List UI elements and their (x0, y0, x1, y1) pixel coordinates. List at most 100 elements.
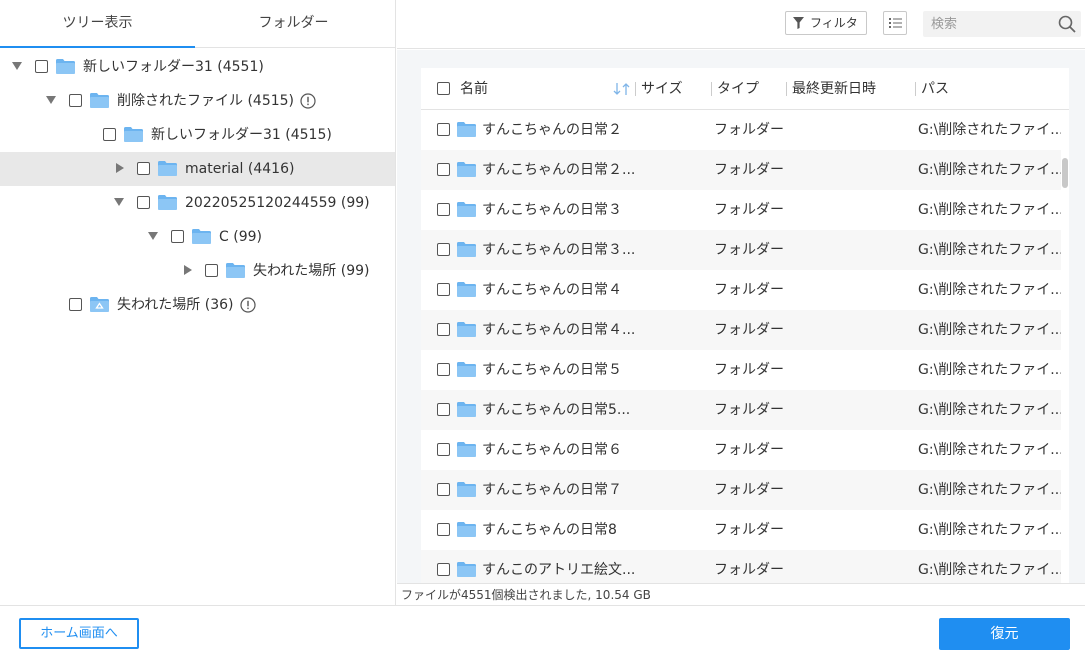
file-path: G:\削除されたファイ... (918, 522, 1061, 538)
file-type: フォルダー (714, 202, 784, 218)
restore-button[interactable]: 復元 (939, 618, 1070, 650)
file-type: フォルダー (714, 122, 784, 138)
folder-icon (457, 282, 476, 297)
row-checkbox[interactable] (437, 403, 450, 416)
file-name: すんこのアトリエ絵文... (482, 562, 636, 578)
folder-icon (226, 263, 245, 278)
table-row[interactable]: すんこちゃんの日常７ フォルダー G:\削除されたファイ... (421, 470, 1061, 510)
table-row[interactable]: すんこちゃんの日常３ フォルダー G:\削除されたファイ... (421, 190, 1061, 230)
tree-node-checkbox[interactable] (171, 230, 184, 243)
row-checkbox[interactable] (437, 163, 450, 176)
column-separator[interactable] (711, 82, 712, 96)
vertical-scrollbar[interactable] (1061, 110, 1069, 583)
tab-folder-view[interactable]: フォルダー (196, 0, 391, 48)
file-table: 名前 サイズ タイプ 最終更新日時 パス すんこちゃんの日常２ フォルダー G:\削… (421, 68, 1069, 583)
row-checkbox[interactable] (437, 123, 450, 136)
collapse-arrow-icon[interactable] (114, 198, 124, 206)
row-checkbox[interactable] (437, 323, 450, 336)
tree-node-checkbox[interactable] (137, 162, 150, 175)
column-name[interactable]: 名前 (460, 68, 488, 110)
filter-button[interactable]: フィルタ (785, 11, 867, 35)
table-row[interactable]: すんこのアトリエ絵文... フォルダー G:\削除されたファイ... (421, 550, 1061, 583)
file-path: G:\削除されたファイ... (918, 282, 1061, 298)
sort-icon[interactable] (613, 82, 631, 96)
file-path: G:\削除されたファイ... (918, 562, 1061, 578)
tab-tree-view[interactable]: ツリー表示 (0, 0, 195, 48)
table-row[interactable]: すんこちゃんの日常４ フォルダー G:\削除されたファイ... (421, 270, 1061, 310)
tree-node[interactable]: material (4416) (0, 152, 395, 186)
tree-node-checkbox[interactable] (69, 298, 82, 311)
row-checkbox[interactable] (437, 283, 450, 296)
folder-icon (56, 59, 75, 74)
column-separator[interactable] (786, 82, 787, 96)
tree-node-checkbox[interactable] (205, 264, 218, 277)
tree-node-checkbox[interactable] (35, 60, 48, 73)
tree-node[interactable]: 20220525120244559 (99) (0, 186, 395, 220)
info-icon[interactable] (240, 297, 256, 313)
tree-node-checkbox[interactable] (69, 94, 82, 107)
row-checkbox[interactable] (437, 443, 450, 456)
row-checkbox[interactable] (437, 243, 450, 256)
tree-node[interactable]: 削除されたファイル (4515) (0, 84, 395, 118)
file-type: フォルダー (714, 402, 784, 418)
tree-node-label: 失われた場所 (36) (117, 297, 234, 313)
table-row[interactable]: すんこちゃんの日常４... フォルダー G:\削除されたファイ... (421, 310, 1061, 350)
tree-node-checkbox[interactable] (103, 128, 116, 141)
expand-arrow-icon[interactable] (184, 265, 192, 275)
column-modified[interactable]: 最終更新日時 (792, 68, 876, 110)
row-checkbox[interactable] (437, 563, 450, 576)
folder-icon (90, 93, 109, 108)
collapse-arrow-icon[interactable] (12, 62, 22, 70)
tree-node-label: 新しいフォルダー31 (4551) (83, 59, 264, 75)
row-checkbox[interactable] (437, 203, 450, 216)
file-type: フォルダー (714, 362, 784, 378)
file-name: すんこちゃんの日常４ (482, 282, 622, 298)
file-type: フォルダー (714, 562, 784, 578)
search-input[interactable] (923, 11, 1053, 37)
table-row[interactable]: すんこちゃんの日常8 フォルダー G:\削除されたファイ... (421, 510, 1061, 550)
row-checkbox[interactable] (437, 363, 450, 376)
search-icon[interactable] (1058, 15, 1076, 33)
info-icon[interactable] (300, 93, 316, 109)
folder-icon (192, 229, 211, 244)
collapse-arrow-icon[interactable] (148, 232, 158, 240)
expand-arrow-icon[interactable] (116, 163, 124, 173)
file-path: G:\削除されたファイ... (918, 362, 1061, 378)
table-row[interactable]: すんこちゃんの日常5... フォルダー G:\削除されたファイ... (421, 390, 1061, 430)
file-type: フォルダー (714, 322, 784, 338)
folder-icon (457, 482, 476, 497)
table-row[interactable]: すんこちゃんの日常２... フォルダー G:\削除されたファイ... (421, 150, 1061, 190)
column-separator[interactable] (915, 82, 916, 96)
list-icon (889, 18, 902, 28)
folder-icon (457, 402, 476, 417)
tree-node[interactable]: C (99) (0, 220, 395, 254)
column-size[interactable]: サイズ (641, 68, 683, 110)
table-row[interactable]: すんこちゃんの日常５ フォルダー G:\削除されたファイ... (421, 350, 1061, 390)
column-separator[interactable] (635, 82, 636, 96)
file-path: G:\削除されたファイ... (918, 242, 1061, 258)
folder-icon (457, 242, 476, 257)
tree-node[interactable]: 失われた場所 (99) (0, 254, 395, 288)
file-type: フォルダー (714, 522, 784, 538)
table-row[interactable]: すんこちゃんの日常３... フォルダー G:\削除されたファイ... (421, 230, 1061, 270)
toolbar: フィルタ (397, 0, 1085, 49)
table-row[interactable]: すんこちゃんの日常６ フォルダー G:\削除されたファイ... (421, 430, 1061, 470)
tree-node-checkbox[interactable] (137, 196, 150, 209)
tree-node[interactable]: 新しいフォルダー31 (4551) (0, 50, 395, 84)
tree-node[interactable]: 失われた場所 (36) (0, 288, 395, 322)
row-checkbox[interactable] (437, 523, 450, 536)
column-type[interactable]: タイプ (717, 68, 759, 110)
list-view-button[interactable] (883, 11, 907, 35)
home-button[interactable]: ホーム画面へ (19, 618, 139, 649)
folder-icon (457, 202, 476, 217)
select-all-checkbox[interactable] (437, 82, 450, 95)
file-name: すんこちゃんの日常5... (482, 402, 631, 418)
collapse-arrow-icon[interactable] (46, 96, 56, 104)
column-path[interactable]: パス (921, 68, 949, 110)
row-checkbox[interactable] (437, 483, 450, 496)
table-row[interactable]: すんこちゃんの日常２ フォルダー G:\削除されたファイ... (421, 110, 1061, 150)
tree-node[interactable]: 新しいフォルダー31 (4515) (0, 118, 395, 152)
scrollbar-thumb[interactable] (1062, 158, 1068, 188)
tree-node-label: C (99) (219, 229, 262, 245)
file-path: G:\削除されたファイ... (918, 402, 1061, 418)
